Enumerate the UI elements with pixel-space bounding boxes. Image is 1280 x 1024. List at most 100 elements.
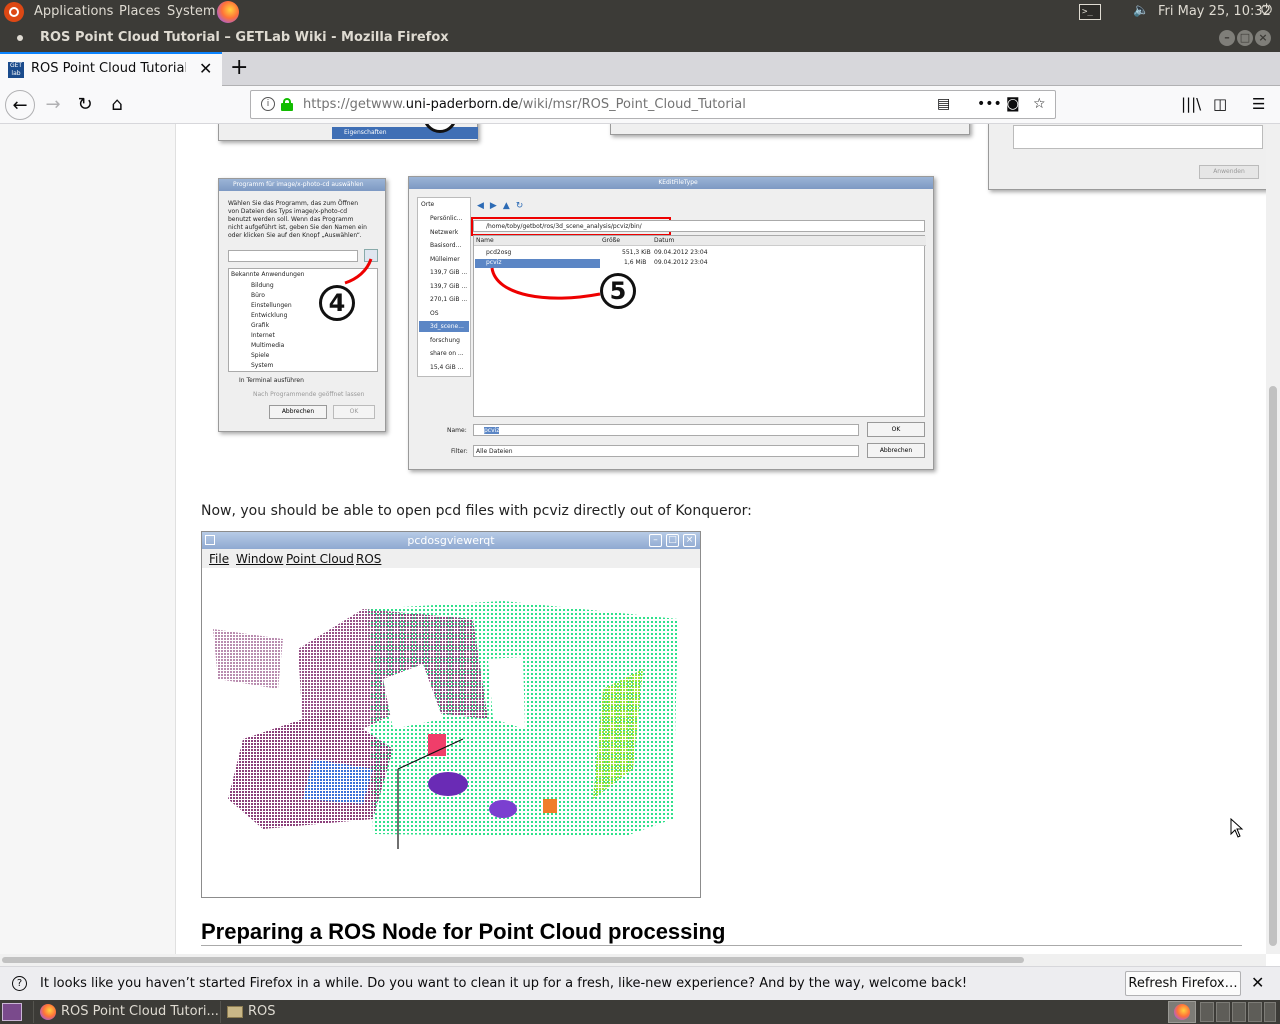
bookmark-star-icon[interactable]: ☆: [1033, 96, 1046, 112]
forward-button[interactable]: →: [38, 90, 68, 120]
viewer-menu-window: Window: [236, 552, 284, 566]
menu-hamburger-icon[interactable]: ☰: [1252, 95, 1265, 113]
sidebar-icon[interactable]: ◫: [1213, 95, 1227, 113]
taskbar-item-label: ROS Point Cloud Tutori...: [61, 1004, 219, 1019]
properties-menu-item: Eigenschaften: [332, 127, 478, 139]
place-item-selected: 3d_scene...: [419, 321, 469, 332]
place-item: 15,4 GiB ...: [430, 364, 464, 371]
viewer-minimize-icon: –: [649, 534, 662, 547]
vertical-scrollbar[interactable]: [1266, 124, 1280, 954]
dialog-text-line: oder klicken Sie auf den Knopf „Auswähle…: [228, 232, 362, 239]
terminal-icon[interactable]: >_: [1079, 4, 1101, 20]
folder-icon: [227, 1006, 243, 1018]
minimize-button[interactable]: –: [1219, 30, 1235, 46]
horizontal-scroll-thumb[interactable]: [2, 957, 1024, 963]
close-window-button[interactable]: ×: [1255, 30, 1271, 46]
ok-button: OK: [333, 405, 375, 419]
file-dialog-title: KEditFileType: [409, 177, 933, 189]
file-name-selected: pcviz: [486, 259, 502, 266]
app-category: Grafik: [251, 322, 270, 329]
workspace-switcher-3[interactable]: [1232, 1002, 1246, 1022]
terminal-checkbox-label: In Terminal ausführen: [239, 377, 304, 384]
file-size: 1,6 MiB: [624, 259, 647, 266]
navigation-toolbar: ← → ↻ ⌂ i https://getwww.uni-paderborn.d…: [0, 86, 1280, 124]
volume-icon[interactable]: 🔈: [1133, 3, 1149, 18]
vertical-scroll-thumb[interactable]: [1269, 386, 1277, 946]
tab-ros-point-cloud[interactable]: GET lab ROS Point Cloud Tutorial – GETL …: [0, 52, 222, 86]
file-ok-button: OK: [867, 422, 925, 437]
reader-view-icon[interactable]: ▤: [937, 96, 950, 112]
dialog-text-line: benutzt werden soll. Wenn das Programm: [228, 216, 354, 223]
reload-button[interactable]: ↻: [70, 90, 100, 120]
page-content: Eigenschaften 1 Anwenden Programm für im…: [0, 124, 1266, 954]
place-item: 270,1 GiB ...: [430, 296, 468, 303]
window-menu-icon[interactable]: [17, 35, 23, 41]
workspace-switcher-1[interactable]: [1200, 1002, 1214, 1022]
dialog-text-line: nicht aufgeführt ist, geben Sie den Name…: [228, 224, 367, 231]
program-chooser-screenshot: Programm für image/x-photo-cd auswählen …: [218, 178, 386, 432]
app-category: Spiele: [251, 352, 270, 359]
column-header: Name: [476, 237, 494, 244]
path-field: /home/toby/getbot/ros/3d_scene_analysis/…: [486, 223, 642, 230]
file-date: 09.04.2012 23:04: [654, 249, 708, 256]
applications-menu[interactable]: Applications: [34, 4, 113, 19]
firefox-icon: [40, 1004, 56, 1020]
place-item: Netzwerk: [430, 229, 459, 236]
viewer-titlebar: pcdosgviewerqt – □ ×: [202, 532, 700, 549]
app-category: Multimedia: [251, 342, 285, 349]
site-info-icon[interactable]: i: [261, 97, 275, 111]
tab-bar: GET lab ROS Point Cloud Tutorial – GETL …: [0, 52, 1280, 86]
library-icon[interactable]: |||\: [1181, 95, 1201, 113]
taskbar-item-label: ROS: [248, 1004, 276, 1019]
lock-icon[interactable]: [281, 98, 293, 111]
file-name: pcd2osg: [486, 249, 512, 256]
notification-text: It looks like you haven’t started Firefo…: [40, 976, 968, 991]
place-item: Mülleimer: [430, 256, 460, 263]
taskbar-item-firefox[interactable]: ROS Point Cloud Tutori...: [33, 1001, 219, 1023]
dialog-title: Programm für image/x-photo-cd auswählen: [219, 179, 385, 191]
window-titlebar: ROS Point Cloud Tutorial – GETLab Wiki -…: [0, 24, 1280, 52]
power-icon[interactable]: ⏻: [1261, 2, 1272, 18]
place-item: forschung: [430, 337, 460, 344]
trash-icon[interactable]: [1264, 1002, 1276, 1022]
notification-close-icon[interactable]: ✕: [1251, 973, 1264, 992]
url-bar[interactable]: i https://getwww.uni-paderborn.de/wiki/m…: [250, 90, 1056, 119]
pocket-icon[interactable]: ◙: [1006, 96, 1020, 112]
info-icon: ?: [12, 976, 27, 991]
workspace-switcher-4[interactable]: [1248, 1002, 1262, 1022]
system-menu[interactable]: System: [167, 4, 215, 19]
workspace-firefox-icon[interactable]: [1168, 1001, 1196, 1023]
page-actions-icon[interactable]: •••: [977, 96, 1002, 112]
firefox-launcher-icon[interactable]: [217, 1, 239, 23]
column-header: Größe: [602, 237, 621, 244]
places-header: Orte: [421, 201, 435, 208]
prev-screenshot-fragment-2: [610, 124, 970, 135]
refresh-firefox-button[interactable]: Refresh Firefox…: [1125, 971, 1241, 996]
red-annotation-stroke: [344, 258, 373, 285]
dialog-text-line: Wählen Sie das Programm, das zum Öffnen: [228, 200, 359, 207]
name-label: Name:: [447, 427, 467, 434]
horizontal-scrollbar[interactable]: [0, 954, 1266, 966]
maximize-button[interactable]: □: [1237, 30, 1253, 46]
getlab-favicon-icon: GET lab: [8, 62, 24, 78]
column-header: Datum: [654, 237, 675, 244]
file-date: 09.04.2012 23:04: [654, 259, 708, 266]
section-heading: Preparing a ROS Node for Point Cloud pro…: [201, 919, 726, 944]
back-button[interactable]: ←: [5, 90, 35, 120]
url-text[interactable]: https://getwww.uni-paderborn.de/wiki/msr…: [303, 97, 746, 112]
taskbar-item-ros-folder[interactable]: ROS: [220, 1001, 406, 1023]
show-desktop-icon[interactable]: [2, 1003, 22, 1021]
places-menu[interactable]: Places: [119, 4, 160, 19]
workspace-switcher-2[interactable]: [1216, 1002, 1230, 1022]
dialog-text-line: von Dateien des Typs image/x-photo-cd: [228, 208, 348, 215]
mouse-cursor-icon: [1230, 818, 1244, 838]
name-field-value: pcviz: [484, 427, 500, 434]
section-divider: [201, 945, 1242, 946]
ubuntu-logo-icon[interactable]: [4, 2, 24, 22]
tab-close-icon[interactable]: ✕: [199, 59, 212, 78]
home-button[interactable]: ⌂: [102, 90, 132, 120]
filter-label: Filter:: [451, 448, 468, 455]
filter-field-value: Alle Dateien: [476, 448, 513, 455]
new-tab-button[interactable]: +: [230, 55, 248, 80]
clock[interactable]: Fri May 25, 10:32: [1158, 4, 1271, 19]
